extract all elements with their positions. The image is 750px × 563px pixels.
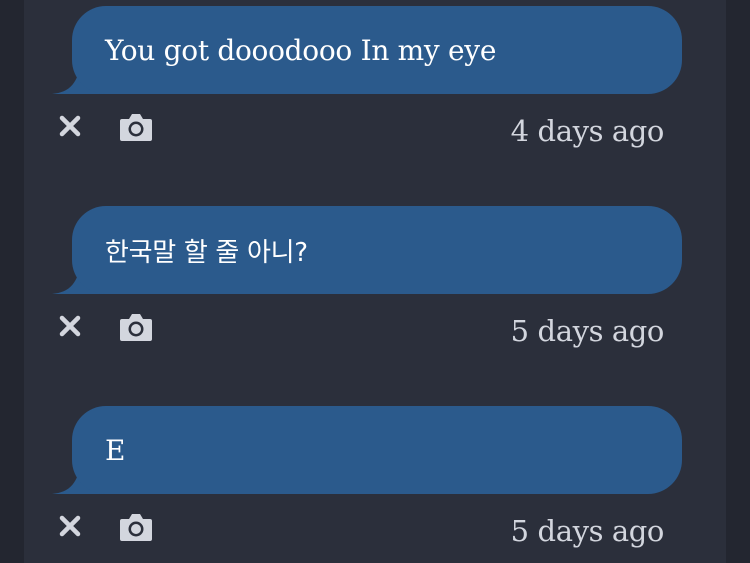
message-actions: 4 days ago xyxy=(24,106,726,156)
close-icon xyxy=(59,315,81,337)
message-bubble[interactable]: 한국말 할 줄 아니? xyxy=(72,206,682,294)
message-item: E 5 days ago xyxy=(24,400,726,560)
camera-icon xyxy=(120,314,152,341)
delete-message-button[interactable] xyxy=(58,114,82,141)
message-timestamp: 5 days ago xyxy=(510,314,665,348)
message-list: You got dooodooo In my eye 4 days ago 한국… xyxy=(24,0,726,563)
message-text: You got dooodooo In my eye xyxy=(105,33,497,67)
camera-icon xyxy=(120,514,152,541)
message-text: 한국말 할 줄 아니? xyxy=(105,237,308,268)
delete-message-button[interactable] xyxy=(58,314,82,341)
close-icon xyxy=(59,515,81,537)
camera-button[interactable] xyxy=(119,112,153,145)
camera-button[interactable] xyxy=(119,312,153,345)
message-bubble[interactable]: E xyxy=(72,406,682,494)
message-item: You got dooodooo In my eye 4 days ago xyxy=(24,0,726,160)
message-timestamp: 4 days ago xyxy=(510,114,665,148)
message-text: E xyxy=(105,433,126,467)
message-timestamp: 5 days ago xyxy=(510,514,665,548)
delete-message-button[interactable] xyxy=(58,514,82,541)
message-actions: 5 days ago xyxy=(24,306,726,356)
message-item: 한국말 할 줄 아니? 5 days ago xyxy=(24,200,726,360)
close-icon xyxy=(59,115,81,137)
camera-icon xyxy=(120,114,152,141)
message-bubble[interactable]: You got dooodooo In my eye xyxy=(72,6,682,94)
message-actions: 5 days ago xyxy=(24,506,726,556)
camera-button[interactable] xyxy=(119,512,153,545)
